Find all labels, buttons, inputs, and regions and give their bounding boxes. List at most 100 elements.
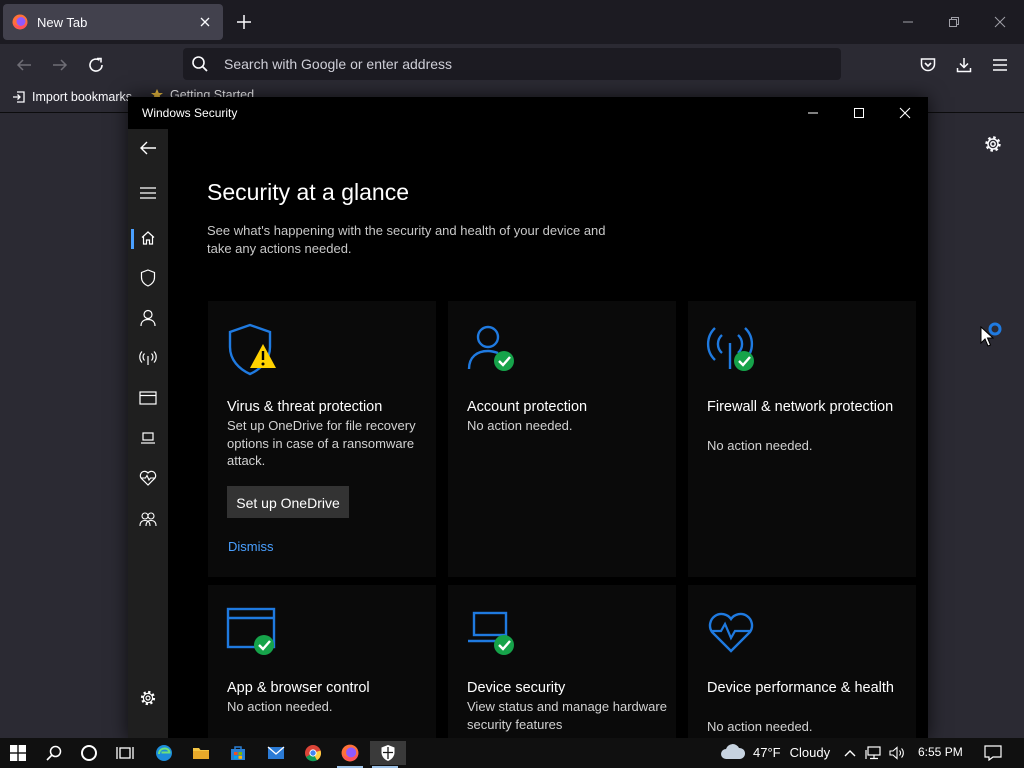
dismiss-link[interactable]: Dismiss (228, 539, 274, 554)
close-tab-icon[interactable] (195, 12, 215, 32)
nav-app-browser-control[interactable] (128, 381, 168, 415)
maximize-icon[interactable] (836, 102, 882, 124)
reload-icon[interactable] (85, 54, 107, 76)
windows-security-window: Windows Security Security at a glance Se… (128, 97, 928, 740)
nav-firewall-network[interactable] (128, 341, 168, 375)
weather-widget[interactable]: 47°F Cloudy (720, 743, 830, 761)
set-up-onedrive-button[interactable]: Set up OneDrive (227, 486, 349, 518)
card-device-security[interactable]: Device security View status and manage h… (448, 585, 676, 740)
card-virus-threat-protection[interactable]: Virus & threat protection Set up OneDriv… (208, 301, 436, 577)
windows-security-taskbar-icon[interactable] (370, 741, 406, 768)
nav-family-options[interactable] (128, 502, 168, 536)
minimize-icon[interactable] (790, 102, 836, 124)
back-arrow-icon[interactable] (13, 54, 35, 76)
notification-center-icon[interactable] (978, 741, 1008, 765)
mouse-cursor-icon (980, 326, 994, 347)
person-check-icon (467, 325, 514, 371)
start-windows-icon[interactable] (3, 741, 33, 765)
close-icon[interactable] (882, 102, 928, 124)
cloud-icon (721, 744, 746, 759)
browser-close-icon[interactable] (990, 12, 1010, 32)
card-title: App & browser control (227, 680, 370, 696)
browser-window-check-icon (226, 607, 276, 655)
import-bookmarks-link[interactable]: Import bookmarks... (12, 90, 142, 104)
file-explorer-icon[interactable] (186, 741, 216, 765)
nav-virus-threat-protection[interactable] (128, 261, 168, 295)
security-dashboard: Security at a glance See what's happenin… (168, 129, 928, 740)
clock[interactable]: 6:55 PM (918, 745, 963, 759)
chevron-up-icon[interactable] (840, 741, 860, 765)
card-description: No action needed. (707, 719, 813, 734)
card-description: No action needed. (707, 438, 813, 453)
network-icon[interactable] (862, 741, 884, 765)
chrome-icon[interactable] (298, 741, 328, 765)
back-button[interactable] (128, 131, 168, 165)
cortana-icon[interactable] (74, 741, 104, 765)
card-title: Virus & threat protection (227, 399, 383, 415)
card-description: No action needed. (467, 418, 573, 433)
taskbar: 47°F Cloudy 6:55 PM (0, 738, 1024, 768)
search-icon (192, 56, 208, 72)
new-tab-plus-icon[interactable] (234, 12, 254, 32)
browser-restore-icon[interactable] (944, 12, 964, 32)
nav-settings[interactable] (128, 681, 168, 715)
mail-icon[interactable] (261, 741, 291, 765)
nav-account-protection[interactable] (128, 301, 168, 335)
card-title: Device security (467, 680, 566, 696)
import-bookmarks-label: Import bookmarks... (32, 90, 143, 104)
antenna-icon (139, 351, 157, 365)
navigation-rail (128, 129, 168, 740)
page-description: See what's happening with the security a… (207, 223, 606, 256)
gear-icon (140, 690, 156, 706)
weather-temperature: 47°F (753, 744, 781, 760)
nav-device-performance[interactable] (128, 461, 168, 495)
heart-pulse-icon (708, 612, 754, 653)
heart-pulse-icon (139, 470, 157, 486)
laptop-icon (141, 432, 155, 444)
browser-toolbar: Search with Google or enter address (0, 44, 1024, 84)
window-title: Windows Security (142, 106, 238, 120)
address-bar[interactable]: Search with Google or enter address (183, 48, 841, 80)
card-title: Device performance & health (707, 680, 894, 696)
forward-arrow-icon[interactable] (49, 54, 71, 76)
back-arrow-icon (140, 141, 156, 155)
nav-menu-button[interactable] (128, 176, 168, 210)
card-description: View status and manage hardware security… (467, 699, 667, 732)
window-titlebar[interactable]: Windows Security (128, 97, 928, 129)
hamburger-menu-icon[interactable] (989, 54, 1011, 76)
page-title: Security at a glance (207, 179, 410, 205)
task-view-icon[interactable] (110, 741, 140, 765)
firefox-taskbar-icon[interactable] (335, 741, 365, 768)
card-app-browser-control[interactable]: App & browser control No action needed. (208, 585, 436, 740)
browser-window-icon (139, 391, 157, 405)
nav-device-security[interactable] (128, 421, 168, 455)
address-bar-placeholder: Search with Google or enter address (224, 56, 453, 72)
laptop-check-icon (468, 611, 514, 655)
microsoft-store-icon[interactable] (223, 741, 253, 765)
downloads-icon[interactable] (953, 54, 975, 76)
browser-tab-title: New Tab (37, 14, 88, 30)
person-icon (140, 309, 156, 327)
newtab-settings-gear-icon[interactable] (983, 134, 1003, 154)
shield-icon (140, 269, 156, 287)
family-icon (139, 512, 157, 527)
edge-icon[interactable] (149, 741, 179, 765)
browser-tab-new-tab[interactable]: New Tab (3, 4, 223, 40)
pocket-icon[interactable] (917, 54, 939, 76)
card-firewall-network-protection[interactable]: Firewall & network protection No action … (688, 301, 916, 577)
hamburger-icon (140, 187, 156, 199)
card-description: No action needed. (227, 699, 333, 714)
card-description: Set up OneDrive for file recovery option… (227, 418, 416, 468)
search-icon[interactable] (39, 741, 69, 765)
card-title: Firewall & network protection (707, 399, 894, 415)
weather-condition: Cloudy (789, 744, 831, 760)
volume-icon[interactable] (886, 741, 908, 765)
card-account-protection[interactable]: Account protection No action needed. (448, 301, 676, 577)
card-title: Account protection (467, 399, 588, 415)
browser-minimize-icon[interactable] (898, 12, 918, 32)
shield-warning-icon (228, 323, 276, 376)
browser-tab-bar: New Tab (0, 0, 1024, 44)
card-device-performance-health[interactable]: Device performance & health No action ne… (688, 585, 916, 740)
nav-home[interactable] (128, 221, 168, 255)
import-icon (13, 91, 25, 103)
